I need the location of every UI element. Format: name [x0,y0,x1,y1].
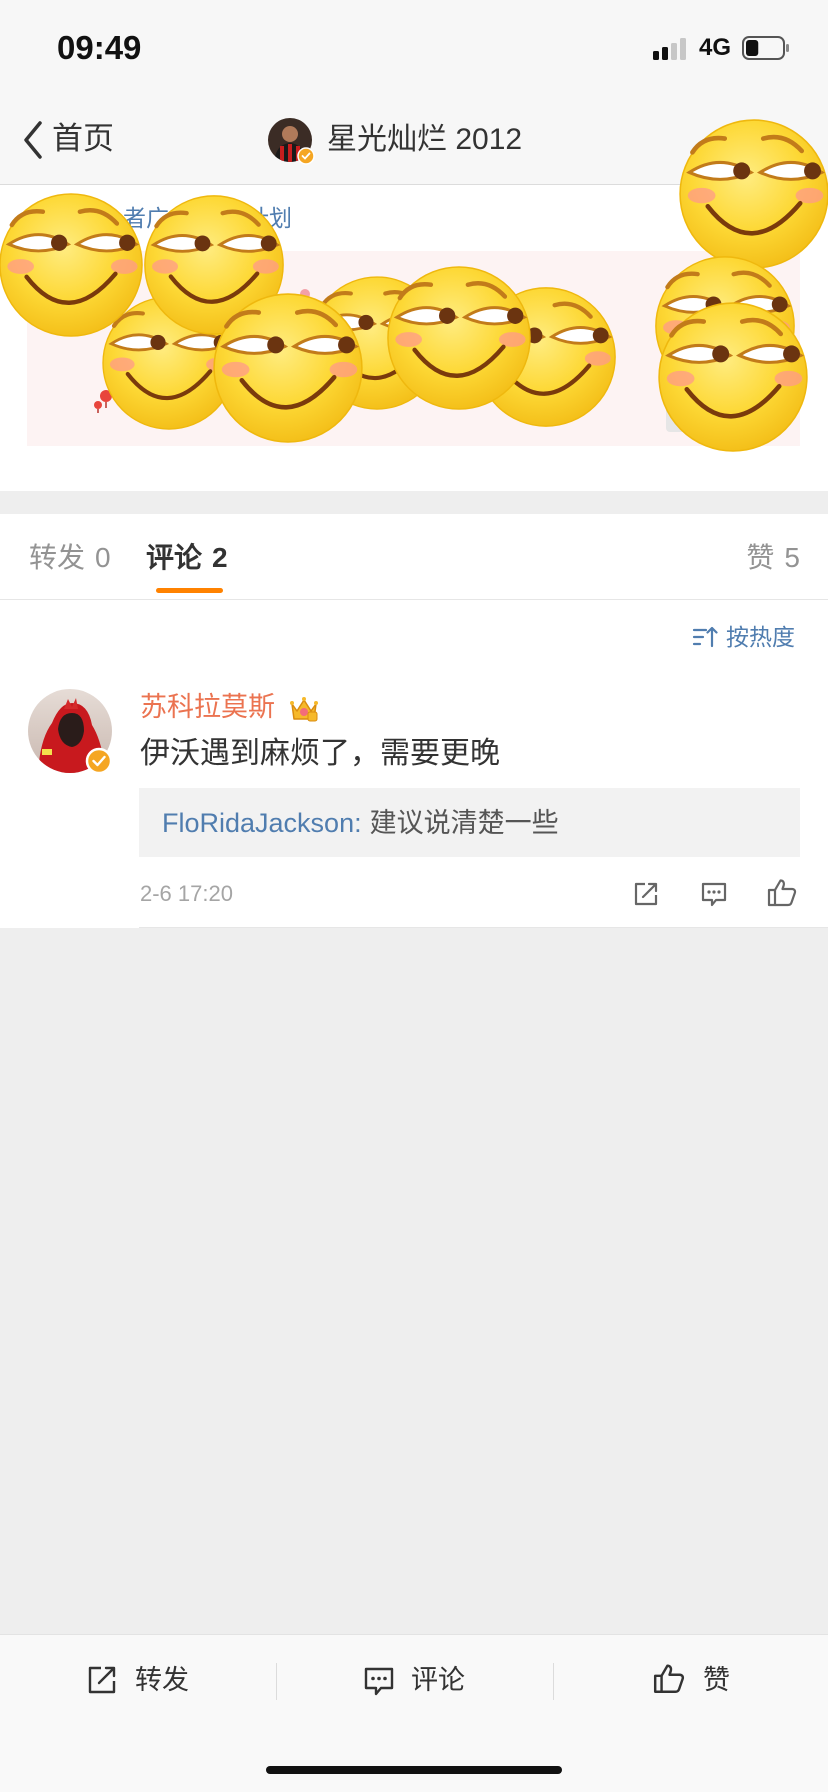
reply-separator: : [354,808,362,838]
battery-icon [742,36,789,60]
back-label[interactable]: 首页 [52,119,114,159]
signal-icon [653,38,686,60]
tab-count: 0 [95,542,111,573]
like-label[interactable]: 赞 [703,1662,730,1698]
tab-bar [0,514,828,600]
crown-icon[interactable] [289,694,319,724]
tab-like[interactable]: 赞5 [746,540,800,576]
tab-label: 评论 [146,542,203,573]
divider [139,927,828,928]
pink-dot-icon [300,289,310,299]
comment-username[interactable]: 苏科拉莫斯 [140,690,275,724]
verified-badge-icon [297,147,315,165]
chevron-left-icon[interactable] [22,120,44,160]
status-time: 09:49 [57,29,142,66]
tab-label: 赞 [746,542,775,573]
toolbar-separator [553,1663,554,1700]
sort-label[interactable]: 按热度 [726,622,795,652]
home-indicator [266,1766,562,1774]
reply-text: 建议说清楚一些 [369,808,559,838]
comment-text: 伊沃遇到麻烦了，需要更晚 [140,737,500,770]
tab-label: 转发 [29,542,86,573]
verified-badge-icon [85,747,113,775]
like-icon[interactable] [652,1662,686,1696]
reply-username[interactable]: FloRidaJackson [162,808,354,838]
active-tab-indicator [156,588,223,593]
tab-repost[interactable]: 转发 0 [29,540,111,576]
promo-text-fragment[interactable]: 计划 [246,204,292,232]
comment-icon[interactable] [700,880,728,908]
promo-card-button[interactable] [666,402,710,432]
network-type: 4G [699,34,732,61]
reply-line[interactable]: FloRidaJackson: 建议说清楚一些 [162,806,559,840]
page-title[interactable]: 星光灿烂 2012 [327,120,522,160]
nav-avatar[interactable] [268,118,316,166]
tab-comment[interactable]: 评论 2 [146,540,228,576]
share-icon[interactable] [86,1664,118,1696]
tab-count: 5 [784,542,800,573]
toolbar-separator [276,1663,277,1700]
like-icon[interactable] [766,877,798,909]
comment-timestamp: 2-6 17:20 [140,881,233,906]
tab-count: 2 [212,542,228,573]
promo-text-fragment[interactable]: 者广 [123,204,169,232]
sort-icon[interactable] [692,624,718,650]
avatar[interactable] [28,689,118,779]
share-icon[interactable] [632,880,660,908]
comment-label[interactable]: 评论 [411,1662,465,1698]
lantern-icon [94,390,112,413]
comment-icon[interactable] [363,1665,395,1697]
repost-label[interactable]: 转发 [135,1662,189,1698]
